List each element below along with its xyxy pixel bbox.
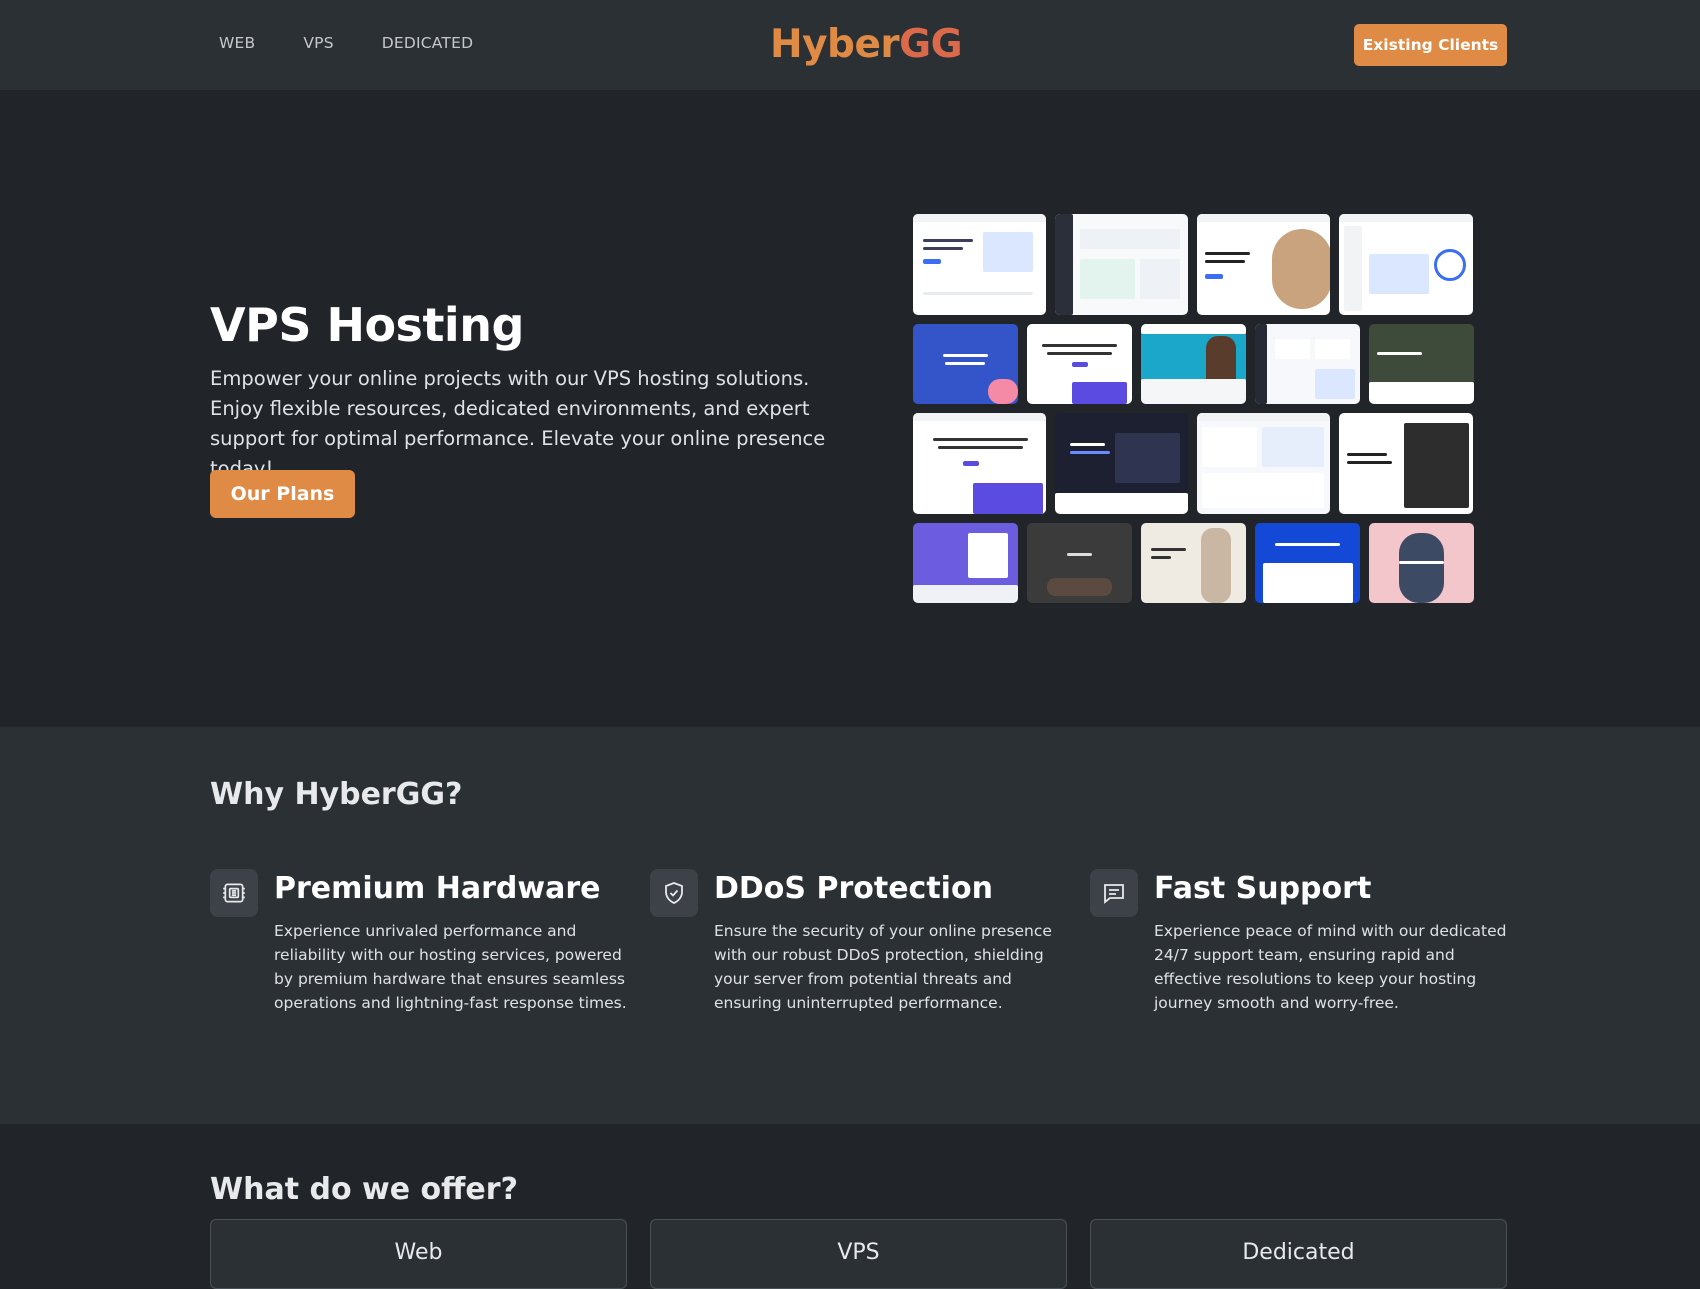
template-thumbnail xyxy=(1055,413,1188,514)
feature-description: Experience unrivaled performance and rel… xyxy=(274,922,627,1012)
offer-card-label: Web xyxy=(394,1240,443,1265)
feature-title: DDoS Protection xyxy=(714,871,993,906)
nav-link-vps[interactable]: VPS xyxy=(303,34,333,52)
feature-title: Premium Hardware xyxy=(274,871,601,906)
why-section: Why HyberGG? Premium Hardware Experience… xyxy=(0,727,1700,1124)
template-thumbnail xyxy=(1027,324,1132,404)
template-thumbnail xyxy=(1055,214,1188,315)
offer-card-vps[interactable]: VPS xyxy=(650,1219,1067,1289)
logo-text-gg: GG xyxy=(899,21,963,67)
existing-clients-button[interactable]: Existing Clients xyxy=(1354,24,1507,66)
template-thumbnail xyxy=(1369,324,1474,404)
template-thumbnail xyxy=(1255,324,1360,404)
website-templates-collage xyxy=(913,214,1478,604)
offer-card-dedicated[interactable]: Dedicated xyxy=(1090,1219,1507,1289)
template-thumbnail xyxy=(1197,214,1330,315)
offer-card-web[interactable]: Web xyxy=(210,1219,627,1289)
nav-link-dedicated[interactable]: DEDICATED xyxy=(382,34,473,52)
template-thumbnail xyxy=(1369,523,1474,603)
why-title: Why HyberGG? xyxy=(210,777,463,812)
logo[interactable]: Hyber GG xyxy=(770,16,963,72)
offer-title: What do we offer? xyxy=(210,1172,518,1207)
hardware-chip-icon xyxy=(210,869,258,917)
template-thumbnail xyxy=(1141,324,1246,404)
template-thumbnail xyxy=(1197,413,1330,514)
template-thumbnail xyxy=(913,413,1046,514)
offer-section: What do we offer? Web VPS Dedicated xyxy=(0,1124,1700,1289)
offer-card-label: Dedicated xyxy=(1242,1240,1355,1265)
template-thumbnail xyxy=(1339,413,1473,514)
template-thumbnail xyxy=(1027,523,1132,603)
template-thumbnail xyxy=(1141,523,1246,603)
template-thumbnail xyxy=(1255,523,1360,603)
nav-link-web[interactable]: WEB xyxy=(219,34,255,52)
feature-description: Experience peace of mind with our dedica… xyxy=(1154,922,1507,1012)
template-thumbnail xyxy=(1339,214,1473,315)
hero-description: Empower your online projects with our VP… xyxy=(210,367,826,480)
offer-card-label: VPS xyxy=(837,1240,880,1265)
navbar: WEB VPS DEDICATED Hyber GG Existing Clien… xyxy=(0,0,1700,90)
hero-title: VPS Hosting xyxy=(210,298,524,352)
chat-message-icon xyxy=(1090,869,1138,917)
logo-text-hyber: Hyber xyxy=(770,21,900,67)
feature-description: Ensure the security of your online prese… xyxy=(714,922,1052,1012)
feature-title: Fast Support xyxy=(1154,871,1372,906)
template-thumbnail xyxy=(913,324,1018,404)
nav-links: WEB VPS DEDICATED xyxy=(219,34,473,52)
template-thumbnail xyxy=(913,214,1046,315)
shield-check-icon xyxy=(650,869,698,917)
template-thumbnail xyxy=(913,523,1018,603)
our-plans-button[interactable]: Our Plans xyxy=(210,470,355,518)
hero-section: VPS Hosting Empower your online projects… xyxy=(0,90,1700,727)
